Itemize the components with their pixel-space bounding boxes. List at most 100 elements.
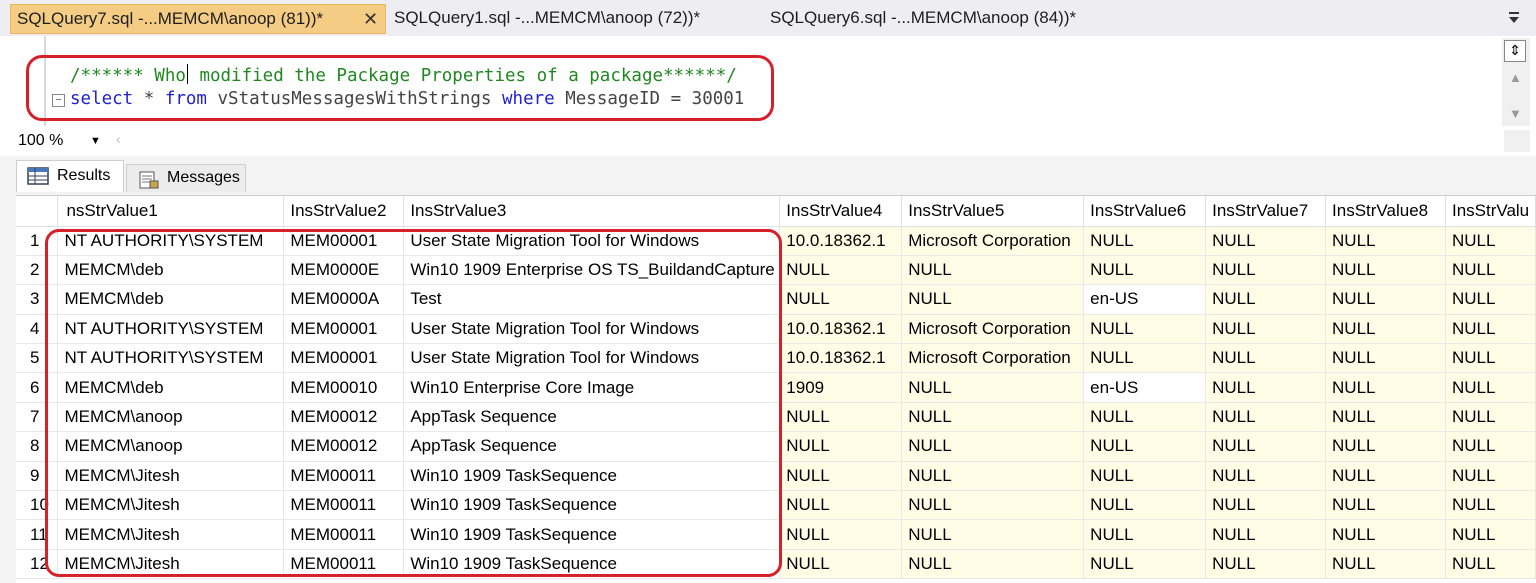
table-cell[interactable]: NULL (779, 255, 903, 286)
table-cell[interactable]: NULL (1205, 431, 1327, 462)
table-cell[interactable]: NULL (1205, 226, 1327, 256)
scroll-left-icon[interactable]: ‹ (116, 131, 121, 147)
table-cell[interactable]: NULL (1083, 549, 1207, 580)
table-cell[interactable]: en-US (1083, 284, 1207, 315)
table-cell[interactable]: NULL (1325, 519, 1446, 550)
table-cell[interactable]: NULL (901, 519, 1085, 550)
tab-dropdown-icon[interactable] (1502, 6, 1526, 30)
table-cell[interactable]: NULL (1325, 343, 1446, 374)
table-cell[interactable]: NULL (1325, 226, 1446, 256)
table-cell[interactable]: Microsoft Corporation (901, 226, 1085, 256)
table-header-row: nsStrValue1 InsStrValue2 InsStrValue3 In… (16, 196, 1536, 227)
table-cell[interactable]: NULL (1083, 226, 1207, 256)
grid-icon (27, 167, 49, 185)
table-cell[interactable]: NULL (1445, 549, 1536, 580)
table-cell[interactable]: NULL (1325, 402, 1446, 433)
table-cell[interactable]: NULL (1083, 490, 1207, 521)
table-cell[interactable]: NULL (1325, 431, 1446, 462)
table-cell[interactable]: NULL (779, 519, 903, 550)
table-cell[interactable]: NULL (1205, 255, 1327, 286)
table-cell[interactable]: NULL (901, 461, 1085, 492)
scroll-up-icon[interactable]: ▲ (1509, 70, 1522, 85)
chevron-down-icon[interactable]: ▼ (90, 130, 101, 152)
tab-results[interactable]: Results (16, 160, 124, 192)
table-cell[interactable]: NULL (901, 255, 1085, 286)
column-header[interactable]: InsStrValue7 (1205, 196, 1327, 227)
table-cell[interactable]: NULL (1205, 549, 1327, 580)
table-cell[interactable]: NULL (779, 549, 903, 580)
table-cell[interactable]: NULL (1445, 431, 1536, 462)
table-cell[interactable]: NULL (779, 284, 903, 315)
table-cell[interactable]: NULL (779, 402, 903, 433)
table-cell[interactable]: NULL (1445, 402, 1536, 433)
row-number-header[interactable] (16, 196, 59, 227)
table-cell[interactable]: NULL (1205, 372, 1327, 403)
table-cell[interactable]: NULL (1205, 284, 1327, 315)
scrollbar-corner (1504, 130, 1530, 152)
editor-vertical-scrollbar[interactable]: ⇕ ▲ ▼ (1502, 38, 1530, 126)
table-cell[interactable]: NULL (1083, 343, 1207, 374)
table-cell[interactable]: 1909 (779, 372, 903, 403)
table-cell[interactable]: 10.0.18362.1 (779, 314, 903, 345)
scroll-down-icon[interactable]: ▼ (1509, 106, 1522, 121)
table-cell[interactable]: NULL (1445, 372, 1536, 403)
table-cell[interactable]: NULL (779, 461, 903, 492)
table-cell[interactable]: NULL (1083, 402, 1207, 433)
table-cell[interactable]: NULL (901, 490, 1085, 521)
tab-messages[interactable]: Messages (126, 164, 246, 192)
table-cell[interactable]: NULL (901, 402, 1085, 433)
table-cell[interactable]: NULL (901, 372, 1085, 403)
table-cell[interactable]: NULL (1325, 255, 1446, 286)
table-cell[interactable]: NULL (779, 431, 903, 462)
table-cell[interactable]: NULL (1205, 490, 1327, 521)
table-cell[interactable]: Microsoft Corporation (901, 314, 1085, 345)
table-cell[interactable]: NULL (1325, 284, 1446, 315)
table-cell[interactable]: NULL (1325, 314, 1446, 345)
table-cell[interactable]: en-US (1083, 372, 1207, 403)
table-cell[interactable]: NULL (1445, 226, 1536, 256)
column-header[interactable]: InsStrValue5 (901, 196, 1085, 227)
table-cell[interactable]: NULL (901, 284, 1085, 315)
zoom-select[interactable]: 100 % ▼ (14, 130, 104, 152)
table-cell[interactable]: NULL (1445, 519, 1536, 550)
table-cell[interactable]: NULL (1325, 549, 1446, 580)
table-cell[interactable]: NULL (1445, 314, 1536, 345)
table-cell[interactable]: Microsoft Corporation (901, 343, 1085, 374)
table-cell[interactable]: NULL (1083, 314, 1207, 345)
table-cell[interactable]: NULL (1205, 343, 1327, 374)
table-cell[interactable]: NULL (901, 431, 1085, 462)
table-cell[interactable]: NULL (1205, 314, 1327, 345)
table-cell[interactable]: NULL (1445, 255, 1536, 286)
column-header[interactable]: InsStrValu (1445, 196, 1536, 227)
table-cell[interactable]: NULL (1083, 255, 1207, 286)
column-header[interactable]: nsStrValue1 (57, 196, 285, 227)
table-cell[interactable]: NULL (1325, 490, 1446, 521)
column-header[interactable]: InsStrValue2 (283, 196, 405, 227)
column-header[interactable]: InsStrValue4 (779, 196, 903, 227)
table-cell[interactable]: NULL (1083, 519, 1207, 550)
table-cell[interactable]: NULL (1445, 284, 1536, 315)
table-cell[interactable]: NULL (1445, 461, 1536, 492)
table-cell[interactable]: NULL (1445, 343, 1536, 374)
tab-sqlquery6[interactable]: SQLQuery6.sql -...MEMCM\anoop (84))* (770, 4, 1076, 34)
table-cell[interactable]: NULL (779, 490, 903, 521)
tab-sqlquery7[interactable]: SQLQuery7.sql -...MEMCM\anoop (81))* ✕ (10, 4, 386, 34)
split-icon[interactable]: ⇕ (1504, 40, 1526, 62)
tab-results-label: Results (57, 167, 111, 184)
table-cell[interactable]: NULL (1083, 461, 1207, 492)
tab-sqlquery1[interactable]: SQLQuery1.sql -...MEMCM\anoop (72))* (394, 4, 700, 34)
table-cell[interactable]: NULL (1205, 519, 1327, 550)
column-header[interactable]: InsStrValue3 (403, 196, 781, 227)
table-cell[interactable]: NULL (1205, 461, 1327, 492)
column-header[interactable]: InsStrValue6 (1083, 196, 1207, 227)
table-cell[interactable]: NULL (1325, 461, 1446, 492)
table-cell[interactable]: NULL (901, 549, 1085, 580)
table-cell[interactable]: NULL (1445, 490, 1536, 521)
table-cell[interactable]: NULL (1205, 402, 1327, 433)
table-cell[interactable]: NULL (1325, 372, 1446, 403)
column-header[interactable]: InsStrValue8 (1325, 196, 1446, 227)
table-cell[interactable]: 10.0.18362.1 (779, 226, 903, 256)
table-cell[interactable]: 10.0.18362.1 (779, 343, 903, 374)
table-cell[interactable]: NULL (1083, 431, 1207, 462)
close-icon[interactable]: ✕ (363, 5, 378, 33)
